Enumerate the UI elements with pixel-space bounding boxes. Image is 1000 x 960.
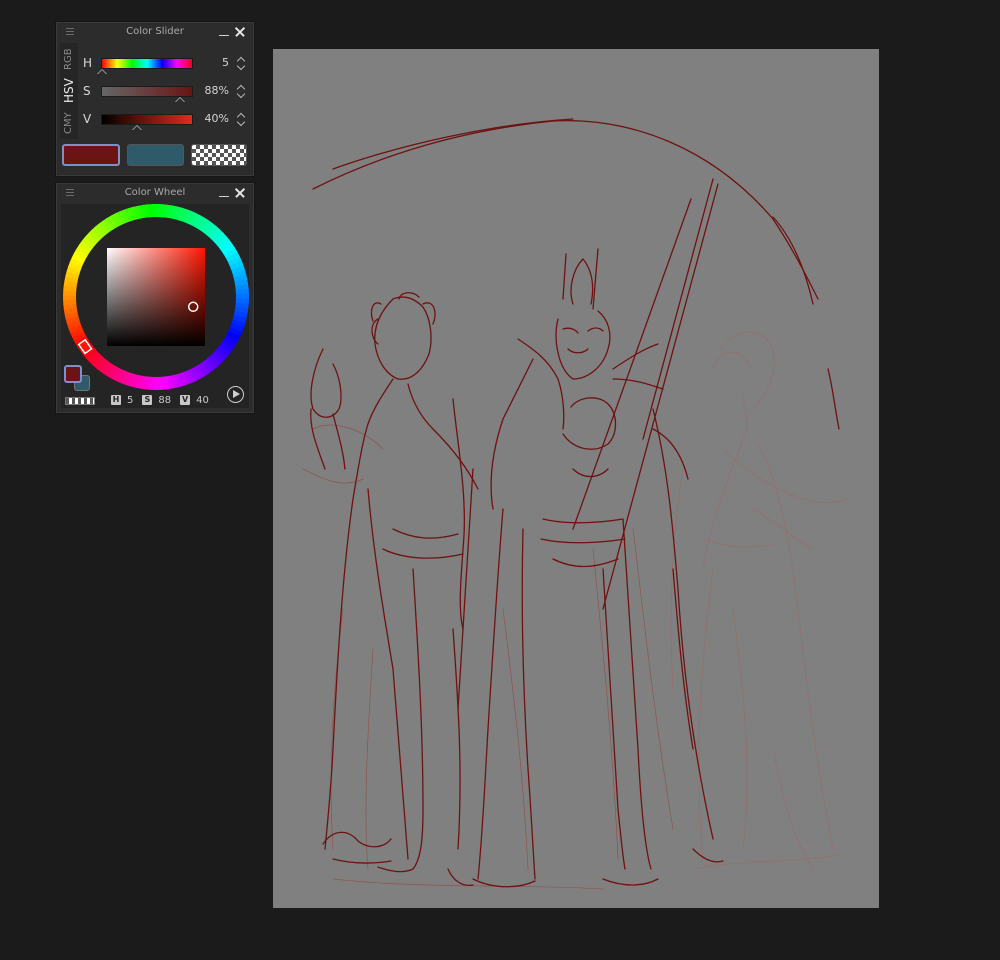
color-wheel-title: Color Wheel bbox=[124, 187, 186, 198]
value-slider-track[interactable] bbox=[101, 114, 193, 125]
tab-hsv[interactable]: HSV bbox=[60, 75, 78, 107]
drag-grip-icon[interactable] bbox=[66, 28, 74, 36]
tab-cmy[interactable]: CMY bbox=[60, 107, 78, 139]
h-badge: H bbox=[111, 395, 121, 405]
hue-stepper[interactable] bbox=[236, 55, 246, 71]
color-wheel-panel: Color Wheel H 5 S 88 V 40 bbox=[56, 183, 254, 413]
color-slider-title: Color Slider bbox=[126, 26, 184, 37]
saturation-label: S bbox=[83, 84, 91, 98]
close-icon[interactable] bbox=[233, 25, 247, 39]
hue-slider-handle[interactable] bbox=[97, 69, 108, 74]
value-label: V bbox=[83, 112, 92, 126]
transparent-color-swatch[interactable] bbox=[191, 144, 247, 166]
v-badge: V bbox=[180, 395, 191, 405]
color-slider-panel: Color Slider RGB HSV CMY H 5 S 88% V 40% bbox=[56, 22, 254, 176]
drag-grip-icon[interactable] bbox=[66, 189, 74, 197]
value-stepper[interactable] bbox=[236, 111, 246, 127]
sv-black-overlay bbox=[107, 248, 205, 346]
dark-sketch-strokes bbox=[310, 118, 840, 888]
v-readout-value: 40 bbox=[196, 394, 209, 406]
drawing-canvas[interactable] bbox=[273, 49, 879, 908]
sub-color-swatch[interactable] bbox=[127, 144, 184, 166]
saturation-slider-handle[interactable] bbox=[175, 97, 186, 102]
transparent-mini-swatch[interactable] bbox=[65, 397, 95, 405]
color-wheel[interactable] bbox=[61, 204, 249, 392]
color-slider-title-bar[interactable]: Color Slider bbox=[57, 23, 253, 41]
hue-value: 5 bbox=[222, 56, 229, 69]
hue-slider-track[interactable] bbox=[101, 58, 193, 69]
color-wheel-title-bar[interactable]: Color Wheel bbox=[57, 184, 253, 202]
s-readout-value: 88 bbox=[158, 394, 172, 406]
color-mode-tabs: RGB HSV CMY bbox=[60, 43, 78, 139]
faint-sketch-figure bbox=[670, 331, 849, 870]
hsv-readout: H 5 S 88 V 40 bbox=[111, 394, 218, 406]
main-color-mini-swatch[interactable] bbox=[64, 365, 82, 383]
saturation-stepper[interactable] bbox=[236, 83, 246, 99]
value-value: 40% bbox=[204, 112, 229, 125]
minimize-icon[interactable] bbox=[217, 186, 231, 200]
saturation-slider-track[interactable] bbox=[101, 86, 193, 97]
saturation-value: 88% bbox=[204, 84, 229, 97]
saturation-slider-row: S 88% bbox=[81, 82, 249, 104]
close-icon[interactable] bbox=[233, 186, 247, 200]
value-slider-row: V 40% bbox=[81, 110, 249, 132]
sketch-artwork bbox=[302, 118, 849, 890]
hue-slider-row: H 5 bbox=[81, 54, 249, 76]
value-slider-handle[interactable] bbox=[132, 125, 142, 130]
hue-label: H bbox=[83, 56, 93, 70]
main-color-swatch[interactable] bbox=[62, 144, 120, 166]
light-construction-lines bbox=[302, 424, 674, 890]
tab-rgb[interactable]: RGB bbox=[60, 43, 78, 75]
play-icon[interactable] bbox=[227, 386, 244, 403]
minimize-icon[interactable] bbox=[217, 25, 231, 39]
s-badge: S bbox=[142, 395, 153, 405]
color-wheel-area: H 5 S 88 V 40 bbox=[61, 204, 249, 408]
h-readout-value: 5 bbox=[127, 394, 134, 406]
